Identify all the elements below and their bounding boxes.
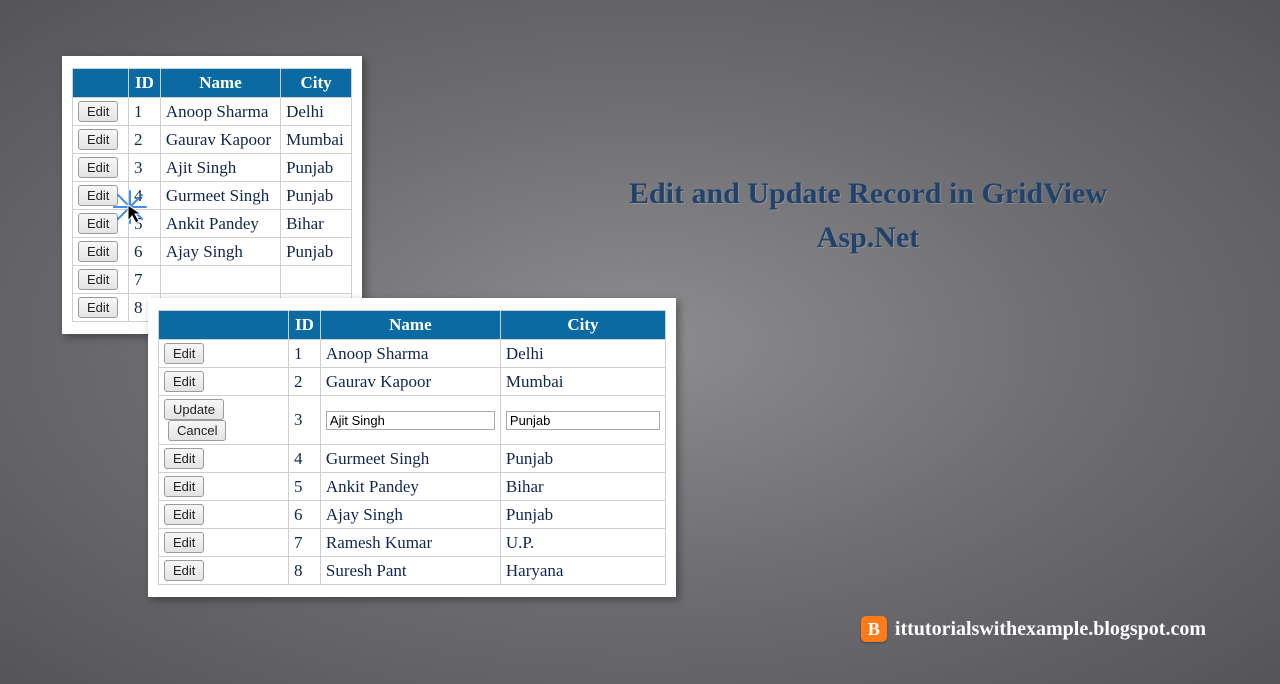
cell-name: Gurmeet Singh (320, 445, 500, 473)
cell-id: 1 (289, 340, 321, 368)
table-row: Edit 4Gurmeet SinghPunjab (73, 182, 352, 210)
cell-id: 2 (289, 368, 321, 396)
cell-id: 6 (289, 501, 321, 529)
table-row: Edit 8Suresh PantHaryana (159, 557, 666, 585)
cell-name: Anoop Sharma (320, 340, 500, 368)
cell-id: 4 (289, 445, 321, 473)
cell-city: Mumbai (281, 126, 352, 154)
table-row: Edit 6Ajay SinghPunjab (159, 501, 666, 529)
cell-city (500, 396, 665, 445)
cell-city: Delhi (500, 340, 665, 368)
cell-city: Punjab (500, 445, 665, 473)
cell-city: Bihar (500, 473, 665, 501)
table-row: Edit 7 (73, 266, 352, 294)
edit-button[interactable]: Edit (164, 560, 204, 581)
cell-id: 7 (289, 529, 321, 557)
cell-city (281, 266, 352, 294)
table-row: Edit 1Anoop SharmaDelhi (73, 98, 352, 126)
edit-button[interactable]: Edit (78, 129, 118, 150)
table-row: Edit 2Gaurav KapoorMumbai (159, 368, 666, 396)
cell-city: Punjab (281, 238, 352, 266)
table-row: Edit 4Gurmeet SinghPunjab (159, 445, 666, 473)
slide-title: Edit and Update Record in GridView Asp.N… (478, 172, 1258, 259)
cell-city: Mumbai (500, 368, 665, 396)
cell-name: Ankit Pandey (320, 473, 500, 501)
cell-city: Bihar (281, 210, 352, 238)
gridview-panel-a: ID Name City Edit 1Anoop SharmaDelhi Edit 2… (62, 56, 362, 334)
th-name: Name (320, 311, 500, 340)
cell-name (320, 396, 500, 445)
table-row: Edit 7Ramesh KumarU.P. (159, 529, 666, 557)
gridview-table-a: ID Name City Edit 1Anoop SharmaDelhi Edit 2… (72, 68, 352, 322)
footer: B ittutorialswithexample.blogspot.com (861, 616, 1206, 642)
title-line-1: Edit and Update Record in GridView (629, 177, 1107, 210)
cell-id: 3 (289, 396, 321, 445)
cell-id: 4 (129, 182, 161, 210)
cell-name: Ankit Pandey (160, 210, 280, 238)
table-row: Edit 3Ajit SinghPunjab (73, 154, 352, 182)
cell-name: Gaurav Kapoor (320, 368, 500, 396)
edit-button[interactable]: Edit (78, 269, 118, 290)
cell-name (160, 266, 280, 294)
th-city: City (500, 311, 665, 340)
name-input[interactable] (326, 411, 495, 430)
cell-id: 6 (129, 238, 161, 266)
edit-button[interactable]: Edit (164, 476, 204, 497)
cell-name: Ajay Singh (320, 501, 500, 529)
cell-name: Ajit Singh (160, 154, 280, 182)
th-id: ID (129, 69, 161, 98)
table-row: Edit 2Gaurav KapoorMumbai (73, 126, 352, 154)
th-actions (73, 69, 129, 98)
edit-button[interactable]: Edit (164, 371, 204, 392)
cell-city: Punjab (281, 182, 352, 210)
title-line-2: Asp.Net (817, 221, 920, 254)
table-row: Edit 6Ajay SinghPunjab (73, 238, 352, 266)
edit-button[interactable]: Edit (164, 343, 204, 364)
cell-id: 7 (129, 266, 161, 294)
cancel-button[interactable]: Cancel (168, 420, 226, 441)
site-url: ittutorialswithexample.blogspot.com (895, 618, 1206, 641)
th-city: City (281, 69, 352, 98)
cell-city: Delhi (281, 98, 352, 126)
edit-button[interactable]: Edit (78, 241, 118, 262)
cell-name: Gaurav Kapoor (160, 126, 280, 154)
city-input[interactable] (506, 411, 660, 430)
table-row: Edit 1Anoop SharmaDelhi (159, 340, 666, 368)
cell-id: 5 (289, 473, 321, 501)
gridview-panel-b: ID Name City Edit 1Anoop SharmaDelhi Edit 2… (148, 298, 676, 597)
edit-button[interactable]: Edit (78, 213, 118, 234)
gridview-table-b: ID Name City Edit 1Anoop SharmaDelhi Edit 2… (158, 310, 666, 585)
table-row: Edit 5Ankit PandeyBihar (159, 473, 666, 501)
edit-button[interactable]: Edit (78, 101, 118, 122)
cell-city: Punjab (500, 501, 665, 529)
update-button[interactable]: Update (164, 399, 224, 420)
edit-button[interactable]: Edit (164, 448, 204, 469)
cell-name: Ajay Singh (160, 238, 280, 266)
cell-name: Ramesh Kumar (320, 529, 500, 557)
th-actions (159, 311, 289, 340)
edit-button[interactable]: Edit (164, 504, 204, 525)
cell-id: 2 (129, 126, 161, 154)
edit-button[interactable]: Edit (78, 157, 118, 178)
blogger-icon: B (861, 616, 887, 642)
edit-button[interactable]: Edit (78, 297, 118, 318)
cell-id: 1 (129, 98, 161, 126)
edit-button[interactable]: Edit (164, 532, 204, 553)
cell-id: 5 (129, 210, 161, 238)
cell-city: U.P. (500, 529, 665, 557)
th-name: Name (160, 69, 280, 98)
cell-city: Punjab (281, 154, 352, 182)
th-id: ID (289, 311, 321, 340)
edit-button[interactable]: Edit (78, 185, 118, 206)
table-row: Edit 5Ankit PandeyBihar (73, 210, 352, 238)
table-row: UpdateCancel 3 (159, 396, 666, 445)
cell-name: Gurmeet Singh (160, 182, 280, 210)
cell-city: Haryana (500, 557, 665, 585)
cell-id: 8 (289, 557, 321, 585)
cell-name: Suresh Pant (320, 557, 500, 585)
cell-name: Anoop Sharma (160, 98, 280, 126)
cell-id: 3 (129, 154, 161, 182)
